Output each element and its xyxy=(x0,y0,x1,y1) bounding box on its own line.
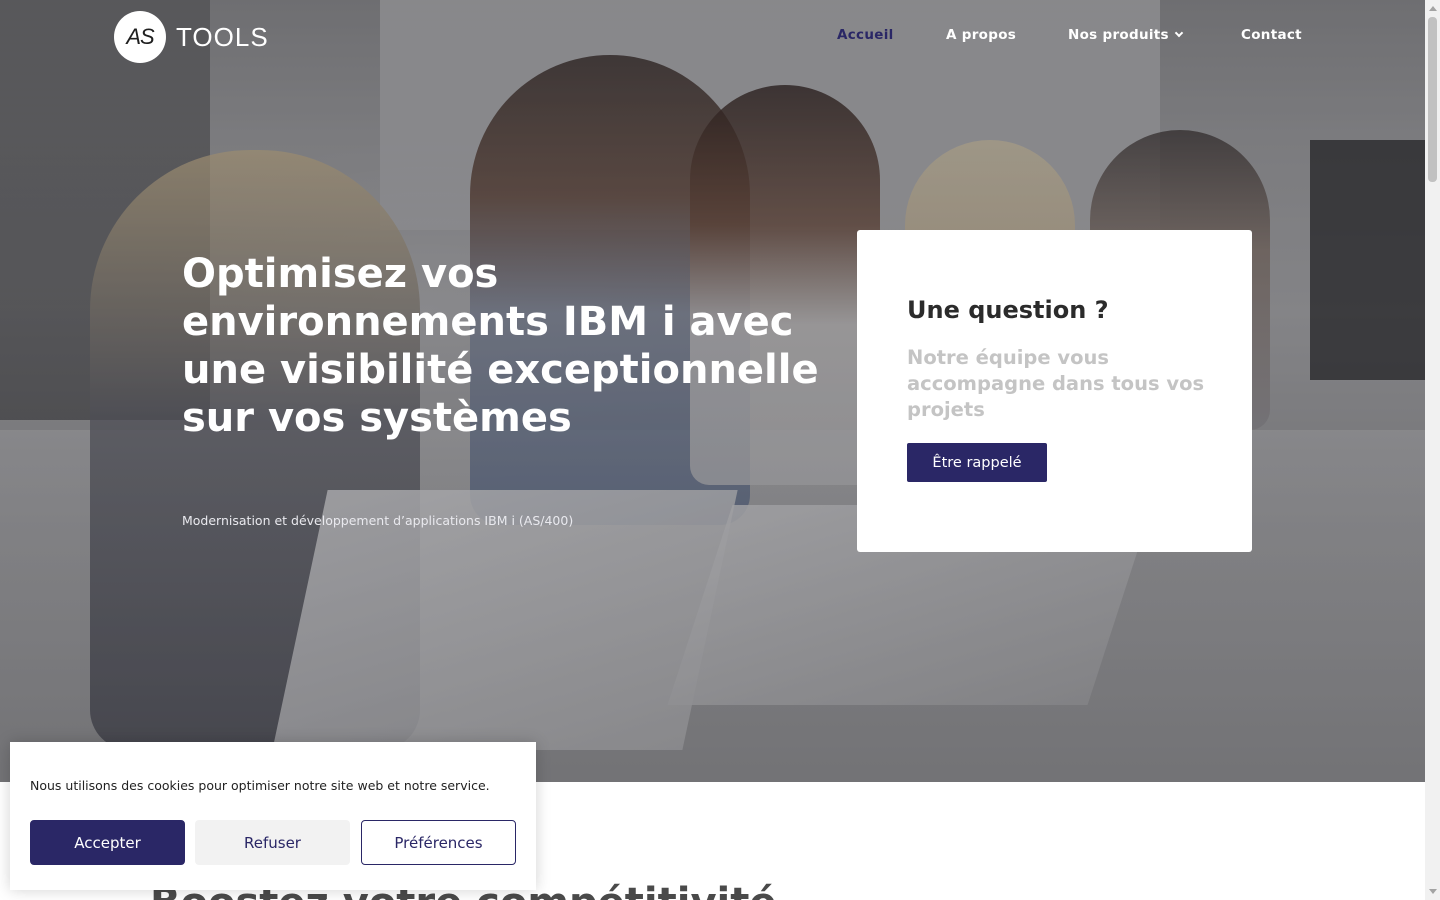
cookie-banner-text: Nous utilisons des cookies pour optimise… xyxy=(30,778,490,793)
scroll-down-arrow-icon[interactable] xyxy=(1429,889,1437,894)
nav-item-nos-produits[interactable]: Nos produits xyxy=(1068,27,1184,43)
hero-title: Optimisez vos environnements IBM i avec … xyxy=(182,251,819,441)
hero-subtitle: Modernisation et développement d’applica… xyxy=(182,513,574,528)
refuse-cookies-button[interactable]: Refuser xyxy=(195,820,350,865)
question-card: Une question ? Notre équipe vous accompa… xyxy=(857,230,1252,552)
hero-section: Optimisez vos environnements IBM i avec … xyxy=(0,0,1425,782)
cookie-preferences-button[interactable]: Préférences xyxy=(361,820,516,865)
scroll-up-arrow-icon[interactable] xyxy=(1429,6,1437,11)
nav-item-contact[interactable]: Contact xyxy=(1241,27,1302,43)
question-card-text: Notre équipe vous accompagne dans tous v… xyxy=(907,346,1205,421)
page-scrollbar[interactable] xyxy=(1425,0,1440,900)
callback-button[interactable]: Être rappelé xyxy=(907,443,1047,482)
accept-cookies-button[interactable]: Accepter xyxy=(30,820,185,865)
nav-item-a-propos[interactable]: A propos xyxy=(946,27,1016,43)
main-nav: Accueil A propos Nos produits Contact xyxy=(0,27,1425,47)
scrollbar-thumb[interactable] xyxy=(1428,17,1437,182)
cookie-banner: Nous utilisons des cookies pour optimise… xyxy=(10,742,536,890)
question-card-title: Une question ? xyxy=(907,296,1109,324)
nav-item-accueil[interactable]: Accueil xyxy=(837,27,894,43)
nav-item-nos-produits-label: Nos produits xyxy=(1068,27,1169,43)
chevron-down-icon xyxy=(1174,28,1184,38)
